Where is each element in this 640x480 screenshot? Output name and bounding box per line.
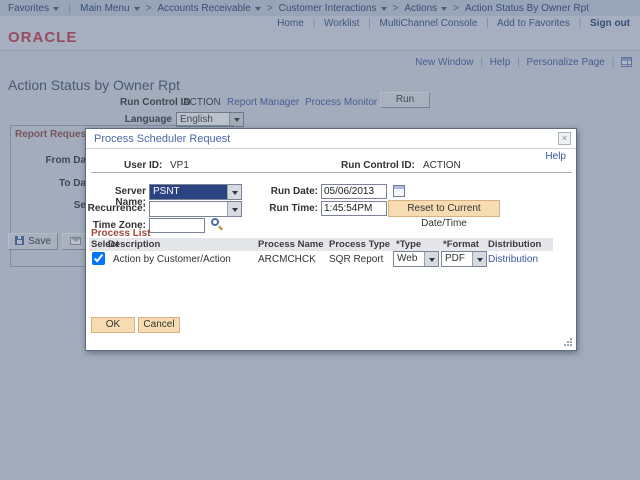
process-list-header-row: Select Description Process Name Process … [89, 238, 553, 251]
chevron-down-icon [424, 252, 438, 266]
peoplesoft-screen: Favorites Main Menu Accounts Receivable … [0, 0, 640, 480]
recurrence-select[interactable] [149, 201, 242, 217]
col-process-name: Process Name [258, 239, 324, 250]
dialog-run-control-value: ACTION [423, 160, 461, 171]
dialog-run-control-label: Run Control ID: [341, 160, 415, 171]
user-id-label: User ID: [124, 160, 163, 171]
row-process-name: ARCMCHCK [258, 254, 316, 265]
lookup-magnifier-icon[interactable] [211, 218, 219, 226]
recurrence-select-value [150, 202, 227, 216]
close-icon[interactable]: × [558, 132, 571, 145]
resize-grip[interactable] [570, 344, 572, 346]
dialog-divider [91, 172, 572, 173]
type-select-value: Web [397, 253, 418, 264]
format-select-value: PDF [445, 253, 465, 264]
cancel-button[interactable]: Cancel [138, 317, 180, 333]
distribution-link[interactable]: Distribution [488, 254, 538, 265]
reset-datetime-button[interactable]: Reset to Current Date/Time [388, 200, 500, 229]
run-date-label: Run Date: [270, 186, 318, 197]
col-distribution: Distribution [488, 239, 542, 250]
col-process-type: Process Type [329, 239, 391, 250]
ok-button[interactable]: OK [91, 317, 135, 333]
run-time-label: Run Time: [269, 203, 318, 214]
calendar-icon[interactable] [393, 185, 405, 197]
type-select[interactable]: Web [393, 251, 439, 267]
dialog-title: Process Scheduler Request [94, 133, 231, 145]
dialog-title-divider [86, 148, 576, 149]
col-type: *Type [396, 239, 422, 250]
process-scheduler-request-dialog: Process Scheduler Request × Help User ID… [85, 128, 577, 351]
user-id-value: VP1 [170, 160, 189, 171]
run-date-input[interactable] [321, 184, 387, 199]
recurrence-label: Recurrence: [87, 203, 146, 214]
server-name-select[interactable]: PSNT [149, 184, 242, 200]
chevron-down-icon [472, 252, 486, 266]
select-checkbox[interactable] [92, 252, 105, 265]
row-description: Action by Customer/Action [113, 254, 231, 265]
server-name-select-value: PSNT [150, 185, 227, 199]
col-description: Description [108, 239, 161, 250]
format-select[interactable]: PDF [441, 251, 487, 267]
run-time-input[interactable] [321, 201, 387, 216]
row-process-type: SQR Report [329, 254, 384, 265]
time-zone-input[interactable] [149, 218, 205, 233]
dialog-help-link[interactable]: Help [545, 151, 566, 162]
col-format: *Format [443, 239, 479, 250]
